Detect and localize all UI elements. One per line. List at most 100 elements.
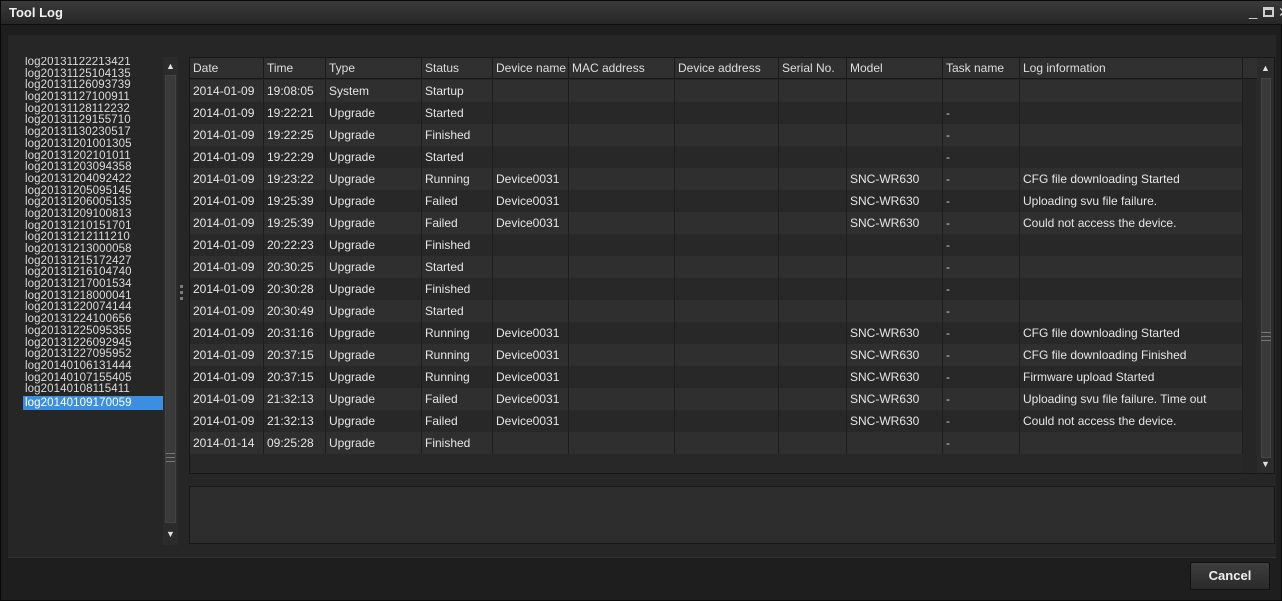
log-file-item[interactable]: log20140109170059 [23,395,163,410]
log-file-item[interactable]: log20140108115411 [23,384,163,396]
table-scrollbar[interactable]: ▲ ▼ [1257,58,1274,473]
table-cell [1020,234,1243,256]
table-cell: Device0031 [493,410,569,432]
log-file-item[interactable]: log20131209100813 [23,208,163,221]
table-cell [847,300,943,322]
table-cell: 19:25:39 [264,190,326,212]
table-cell: 2014-01-09 [190,80,264,102]
table-row[interactable]: 2014-01-09 21:32:13 Upgrade Failed Device003… [190,388,1243,410]
column-header[interactable]: Status [422,58,493,79]
table-cell [675,212,779,234]
table-row[interactable]: 2014-01-09 19:22:29 Upgrade Started - [190,146,1243,168]
table-cell: 20:31:16 [264,322,326,344]
table-cell: SNC-WR630 [847,190,943,212]
column-header[interactable]: Date [190,58,264,79]
tool-log-window: Tool Log _ ✕ log20131122213421log2013112… [0,0,1282,601]
table-row[interactable]: 2014-01-09 19:08:05 System Startup [190,80,1243,102]
table-cell [493,256,569,278]
log-file-item[interactable]: log20131213000058 [23,243,163,256]
table-cell: 2014-01-09 [190,388,264,410]
log-file-item[interactable]: log20131122213421 [23,57,163,69]
table-row[interactable]: 2014-01-09 20:22:23 Upgrade Finished - [190,234,1243,256]
table-cell: Upgrade [326,102,422,124]
log-file-list[interactable]: log20131122213421 log20131125104135 log201… [23,57,163,542]
table-cell: 19:22:29 [264,146,326,168]
table-cell: 09:25:28 [264,432,326,454]
column-header[interactable]: Device name [493,58,569,79]
table-cell [847,256,943,278]
column-header[interactable]: Model [847,58,943,79]
table-row[interactable]: 2014-01-09 20:31:16 Upgrade Running Device00… [190,322,1243,344]
log-file-item[interactable]: log20131201001305 [23,138,163,151]
table-cell: Started [422,300,493,322]
cancel-button[interactable]: Cancel [1190,562,1270,590]
table-cell [847,124,943,146]
table-cell [493,432,569,454]
minimize-icon[interactable]: _ [1249,4,1257,20]
scroll-thumb[interactable] [1261,78,1271,458]
scroll-up-icon[interactable]: ▲ [1257,61,1274,75]
table-cell: 20:30:28 [264,278,326,300]
table-cell: - [943,256,1020,278]
table-row[interactable]: 2014-01-09 19:25:39 Upgrade Failed Device003… [190,190,1243,212]
log-file-item[interactable]: log20131217001534 [23,278,163,291]
column-header[interactable]: Serial No. [779,58,847,79]
table-cell: Could not access the device. [1020,410,1243,432]
table-cell: SNC-WR630 [847,366,943,388]
table-cell [675,146,779,168]
table-cell: 21:32:13 [264,410,326,432]
pane-splitter[interactable] [179,279,185,307]
scroll-up-icon[interactable]: ▲ [163,59,178,73]
column-header[interactable]: Time [264,58,326,79]
table-cell: - [943,146,1020,168]
table-cell: Running [422,322,493,344]
table-cell [779,366,847,388]
table-cell [675,300,779,322]
log-file-item[interactable]: log20131127100911 [23,91,163,104]
table-row[interactable]: 2014-01-09 19:22:25 Upgrade Finished - [190,124,1243,146]
table-row[interactable]: 2014-01-09 20:37:15 Upgrade Running Device00… [190,344,1243,366]
table-cell [569,124,675,146]
table-row[interactable]: 2014-01-09 20:30:28 Upgrade Finished - [190,278,1243,300]
table-row[interactable]: 2014-01-14 09:25:28 Upgrade Finished - [190,432,1243,454]
column-header[interactable]: Device address [675,58,779,79]
table-cell: Upgrade [326,278,422,300]
table-cell: SNC-WR630 [847,322,943,344]
log-file-item[interactable]: log20131225095355 [23,325,163,338]
log-table: Date Time Type Status Device name MAC address… [189,57,1275,474]
scroll-down-icon[interactable]: ▼ [1257,457,1274,471]
table-cell: SNC-WR630 [847,410,943,432]
table-cell: 2014-01-09 [190,190,264,212]
log-list-scrollbar[interactable]: ▲ ▼ [163,57,178,545]
table-cell: CFG file downloading Finished [1020,344,1243,366]
table-cell: 20:30:49 [264,300,326,322]
column-header[interactable]: Type [326,58,422,79]
log-file-item[interactable]: log20140106131444 [23,360,163,373]
table-cell: Started [422,102,493,124]
close-icon[interactable]: ✕ [1278,4,1282,20]
table-row[interactable]: 2014-01-09 20:37:15 Upgrade Running Device00… [190,366,1243,388]
table-cell: Running [422,168,493,190]
table-cell: Uploading svu file failure. [1020,190,1243,212]
log-file-item[interactable]: log20131204092422 [23,173,163,186]
table-row[interactable]: 2014-01-09 19:23:22 Upgrade Running Device00… [190,168,1243,190]
column-header[interactable]: MAC address [569,58,675,79]
table-cell: Startup [422,80,493,102]
table-cell [1020,102,1243,124]
table-cell: SNC-WR630 [847,344,943,366]
table-row[interactable]: 2014-01-09 20:30:25 Upgrade Started - [190,256,1243,278]
table-cell [779,388,847,410]
footer-bar [8,557,1276,597]
column-header[interactable]: Task name [943,58,1020,79]
table-row[interactable]: 2014-01-09 19:25:39 Upgrade Failed Device003… [190,212,1243,234]
table-cell: SNC-WR630 [847,212,943,234]
table-row[interactable]: 2014-01-09 20:30:49 Upgrade Started - [190,300,1243,322]
maximize-icon[interactable] [1263,4,1274,21]
table-row[interactable]: 2014-01-09 19:22:21 Upgrade Started - [190,102,1243,124]
scroll-down-icon[interactable]: ▼ [163,527,178,541]
column-header[interactable]: Log information [1020,58,1243,79]
table-cell: CFG file downloading Started [1020,322,1243,344]
table-cell [569,256,675,278]
table-cell: Device0031 [493,322,569,344]
table-row[interactable]: 2014-01-09 21:32:13 Upgrade Failed Device003… [190,410,1243,432]
